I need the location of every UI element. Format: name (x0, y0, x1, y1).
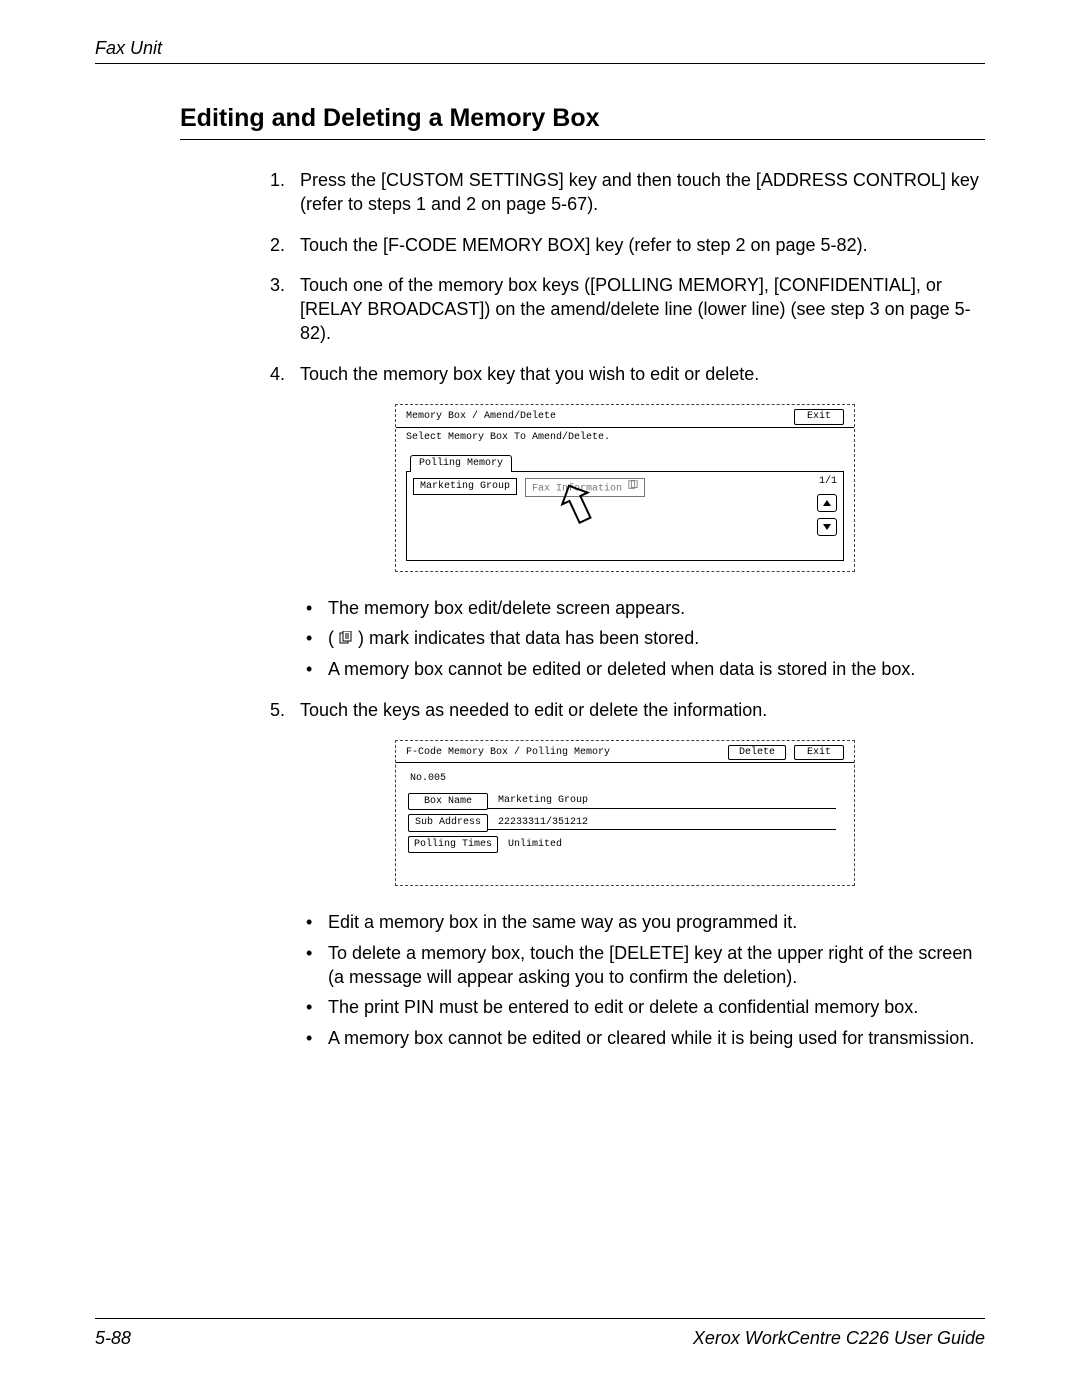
box-name-button[interactable]: Box Name (408, 793, 488, 811)
step-list: Press the [CUSTOM SETTINGS] key and then… (270, 168, 980, 386)
running-head: Fax Unit (95, 38, 985, 59)
polling-times-button[interactable]: Polling Times (408, 836, 498, 854)
bullet-a2-post: ) mark indicates that data has been stor… (358, 628, 699, 648)
panel-amend-delete: Memory Box / Amend/Delete Exit Select Me… (395, 404, 855, 572)
field-box-name: Box Name Marketing Group (408, 793, 842, 811)
step-4: Touch the memory box key that you wish t… (270, 362, 980, 386)
footer-rule (95, 1318, 985, 1319)
panel-fcode-polling: F-Code Memory Box / Polling Memory Delet… (395, 740, 855, 887)
guide-title: Xerox WorkCentre C226 User Guide (693, 1328, 985, 1349)
panel1-pager-arrows (817, 494, 837, 536)
panel1-body: Marketing Group Fax Information 1/1 (406, 471, 844, 561)
step-list-cont: Touch the keys as needed to edit or dele… (270, 698, 980, 722)
bullet-b3: The print PIN must be entered to edit or… (300, 995, 980, 1019)
panel1-header: Memory Box / Amend/Delete Exit (396, 405, 854, 427)
bullet-b4: A memory box cannot be edited or cleared… (300, 1026, 980, 1050)
bullets-b: Edit a memory box in the same way as you… (300, 910, 980, 1049)
pointer-arrow-icon (557, 482, 597, 524)
page-number: 5-88 (95, 1328, 131, 1349)
body-column: Press the [CUSTOM SETTINGS] key and then… (270, 168, 980, 1050)
bullet-b2: To delete a memory box, touch the [DELET… (300, 941, 980, 990)
panel2-delete-button[interactable]: Delete (728, 745, 786, 761)
head-rule (95, 63, 985, 64)
document-page: Fax Unit Editing and Deleting a Memory B… (0, 0, 1080, 1397)
box-name-value: Marketing Group (488, 794, 836, 809)
step-2: Touch the [F-CODE MEMORY BOX] key (refer… (270, 233, 980, 257)
page-down-button[interactable] (817, 518, 837, 536)
bullet-a2: ( ) mark indicates that data has been st… (300, 626, 980, 651)
bullet-b1: Edit a memory box in the same way as you… (300, 910, 980, 934)
panel1-prompt: Select Memory Box To Amend/Delete. (396, 428, 854, 448)
step-3: Touch one of the memory box keys ([POLLI… (270, 273, 980, 346)
bullets-a: The memory box edit/delete screen appear… (300, 596, 980, 682)
panel2-exit-button[interactable]: Exit (794, 745, 844, 761)
step-1: Press the [CUSTOM SETTINGS] key and then… (270, 168, 980, 217)
panel1-title: Memory Box / Amend/Delete (406, 410, 556, 424)
panel2-box-number: No.005 (408, 769, 842, 789)
bullet-a3: A memory box cannot be edited or deleted… (300, 657, 980, 681)
bullet-a2-pre: ( (328, 628, 339, 648)
step-5: Touch the keys as needed to edit or dele… (270, 698, 980, 722)
memory-box-key-1[interactable]: Marketing Group (413, 478, 517, 496)
data-stored-icon (628, 480, 638, 496)
section-title: Editing and Deleting a Memory Box (180, 104, 985, 133)
sub-address-value: 22233311/351212 (488, 816, 836, 831)
field-polling-times: Polling Times Unlimited (408, 836, 842, 854)
panel1-exit-button[interactable]: Exit (794, 409, 844, 425)
field-sub-address: Sub Address 22233311/351212 (408, 814, 842, 832)
polling-times-value: Unlimited (498, 838, 836, 852)
title-block: Editing and Deleting a Memory Box (180, 104, 985, 140)
page-up-button[interactable] (817, 494, 837, 512)
data-stored-icon (339, 627, 353, 651)
panel2-header: F-Code Memory Box / Polling Memory Delet… (396, 741, 854, 763)
panel1-pager: 1/1 (819, 475, 837, 489)
bullet-a1: The memory box edit/delete screen appear… (300, 596, 980, 620)
polling-memory-tab[interactable]: Polling Memory (410, 455, 512, 472)
page-footer: 5-88 Xerox WorkCentre C226 User Guide (95, 1328, 985, 1349)
panel2-title: F-Code Memory Box / Polling Memory (406, 746, 610, 760)
sub-address-button[interactable]: Sub Address (408, 814, 488, 832)
title-rule (180, 139, 985, 140)
